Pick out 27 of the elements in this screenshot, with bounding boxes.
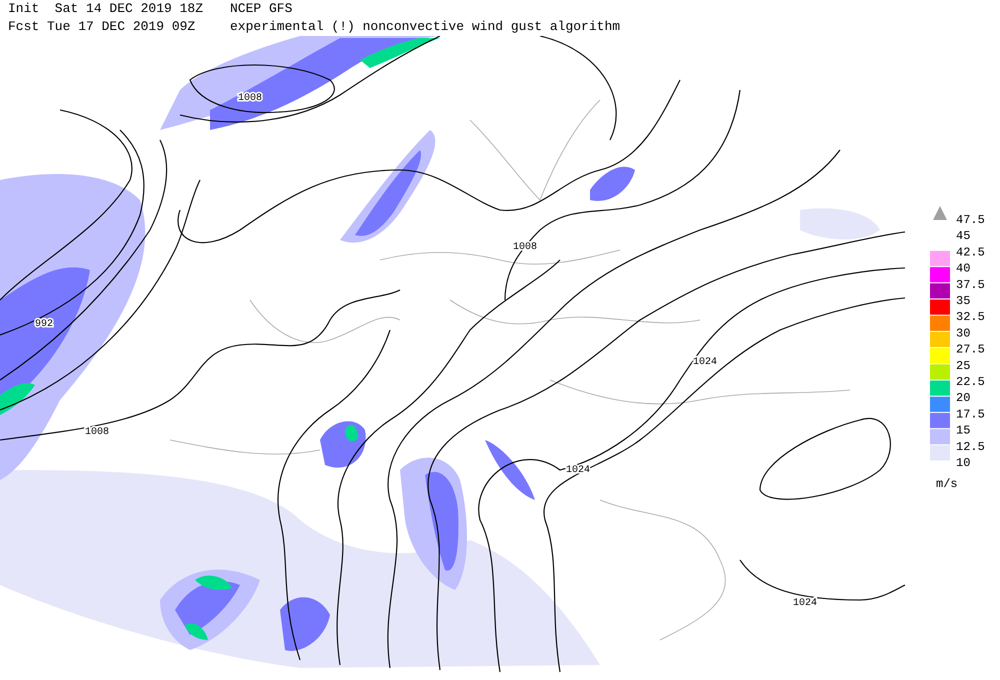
legend-label: 12.5 [956,440,985,454]
legend-label: 27.5 [956,342,985,357]
legend-label: 20 [956,391,970,406]
isobar-label: 1008 [238,93,262,104]
init-time: Init Sat 14 DEC 2019 18Z [8,1,204,18]
legend-label: 37.5 [956,278,985,292]
legend-label: 17.5 [956,407,985,422]
isobar-label: 1024 [793,598,817,609]
legend-label: 42.5 [956,245,985,260]
isobar-label: 1024 [693,357,717,368]
isobar-label: 1008 [85,427,109,438]
legend-label: 47.5 [956,213,985,227]
legend-label: 32.5 [956,310,985,324]
legend-label: 10 [956,456,970,470]
legend-label: 15 [956,424,970,438]
legend-label: 22.5 [956,375,985,389]
triangle-icon [933,206,947,220]
legend-label: 25 [956,358,970,373]
isobar-label: 992 [35,319,53,330]
legend-label: 30 [956,326,970,340]
legend-label: 45 [956,229,970,244]
model-name: NCEP GFS [230,1,294,18]
forecast-time: Fcst Tue 17 DEC 2019 09Z [8,18,196,36]
unit-label: m/s [936,477,958,491]
legend-label: 40 [956,262,970,276]
product-title: experimental (!) nonconvective wind gust algorithm [230,18,622,36]
legend-label: 35 [956,294,970,308]
